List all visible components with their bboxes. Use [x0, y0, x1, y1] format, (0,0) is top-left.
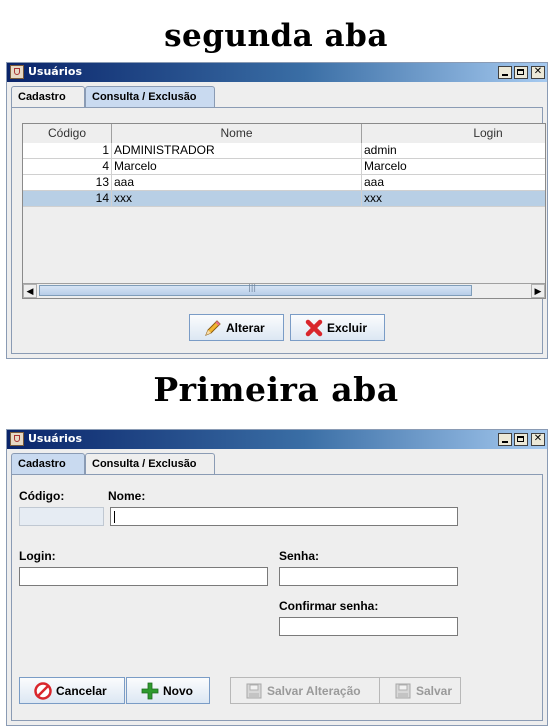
tab-consulta-exclusao[interactable]: Consulta / Exclusão — [85, 86, 215, 108]
cancelar-label: Cancelar — [56, 684, 107, 698]
window-consulta: Usuários ✕ Cadastro Consulta / Exclusão … — [6, 62, 548, 359]
java-cup-icon — [10, 65, 24, 79]
alterar-label: Alterar — [226, 321, 265, 335]
excluir-label: Excluir — [327, 321, 368, 335]
scroll-right-icon[interactable]: ▶ — [531, 284, 545, 298]
cell-login: xxx — [362, 191, 545, 207]
novo-label: Novo — [163, 684, 193, 698]
table-header: Código Nome Login — [23, 124, 545, 144]
table-row[interactable]: 1 ADMINISTRADOR admin — [23, 143, 545, 159]
cadastro-panel: Código: Nome: Login: Senha: Confirmar se… — [11, 474, 543, 721]
cell-codigo: 13 — [23, 175, 112, 191]
pencil-icon — [205, 320, 221, 336]
cancel-icon — [34, 682, 52, 700]
text-caret — [114, 511, 115, 523]
table-row[interactable]: 4 Marcelo Marcelo — [23, 159, 545, 175]
login-field[interactable] — [19, 567, 268, 586]
cell-login: Marcelo — [362, 159, 545, 175]
caption-primeira-aba: Primeira aba — [153, 370, 399, 409]
horizontal-scrollbar[interactable]: ◀ ▶ — [23, 283, 545, 298]
column-header-nome[interactable]: Nome — [112, 124, 362, 143]
cell-login: admin — [362, 143, 545, 159]
maximize-icon[interactable] — [514, 433, 528, 446]
cell-nome: aaa — [112, 175, 362, 191]
window-title: Usuários — [28, 65, 83, 78]
nome-label: Nome: — [108, 489, 146, 503]
window-title: Usuários — [28, 432, 83, 445]
window-cadastro: Usuários ✕ Cadastro Consulta / Exclusão … — [6, 429, 548, 726]
alterar-button[interactable]: Alterar — [189, 314, 284, 341]
close-icon[interactable]: ✕ — [531, 433, 545, 446]
tab-cadastro[interactable]: Cadastro — [11, 86, 85, 107]
confirmar-senha-field[interactable] — [279, 617, 458, 636]
disk-save-icon — [246, 683, 262, 699]
cell-codigo: 4 — [23, 159, 112, 175]
cell-codigo: 14 — [23, 191, 112, 207]
disk-save-icon — [395, 683, 411, 699]
confirmar-senha-label: Confirmar senha: — [279, 599, 379, 613]
cell-codigo: 1 — [23, 143, 112, 159]
salvar-alteracao-label: Salvar Alteração — [267, 684, 361, 698]
maximize-icon[interactable] — [514, 66, 528, 79]
cell-nome: ADMINISTRADOR — [112, 143, 362, 159]
salvar-alteracao-button[interactable]: Salvar Alteração — [230, 677, 380, 704]
novo-button[interactable]: Novo — [126, 677, 210, 704]
title-bar[interactable]: Usuários ✕ — [7, 430, 547, 449]
cell-nome: xxx — [112, 191, 362, 207]
close-icon[interactable]: ✕ — [531, 66, 545, 79]
salvar-label: Salvar — [416, 684, 453, 698]
cell-nome: Marcelo — [112, 159, 362, 175]
senha-label: Senha: — [279, 549, 320, 563]
scroll-thumb[interactable] — [39, 283, 472, 296]
plus-icon — [141, 682, 159, 700]
java-cup-icon — [10, 432, 24, 446]
excluir-button[interactable]: Excluir — [290, 314, 385, 341]
title-bar[interactable]: Usuários ✕ — [7, 63, 547, 82]
consulta-panel: Código Nome Login 1 ADMINISTRADOR admin 4 Ma… — [11, 107, 546, 354]
salvar-button[interactable]: Salvar — [379, 677, 461, 704]
login-label: Login: — [19, 549, 56, 563]
minimize-icon[interactable] — [498, 66, 512, 79]
codigo-field[interactable] — [19, 507, 104, 526]
senha-field[interactable] — [279, 567, 458, 586]
table-row[interactable]: 14 xxx xxx — [23, 191, 545, 207]
column-header-codigo[interactable]: Código — [23, 124, 112, 143]
nome-field[interactable] — [110, 507, 458, 526]
users-table: Código Nome Login 1 ADMINISTRADOR admin 4 Ma… — [22, 123, 546, 299]
tab-consulta-exclusao[interactable]: Consulta / Exclusão — [85, 453, 215, 474]
cell-login: aaa — [362, 175, 545, 191]
scroll-left-icon[interactable]: ◀ — [23, 284, 37, 298]
codigo-label: Código: — [19, 489, 65, 503]
tab-cadastro[interactable]: Cadastro — [11, 453, 85, 475]
table-row[interactable]: 13 aaa aaa — [23, 175, 545, 191]
cancelar-button[interactable]: Cancelar — [19, 677, 125, 704]
caption-segunda-aba: segunda aba — [164, 18, 388, 54]
x-delete-icon — [305, 319, 323, 337]
minimize-icon[interactable] — [498, 433, 512, 446]
column-header-login[interactable]: Login — [362, 124, 545, 143]
